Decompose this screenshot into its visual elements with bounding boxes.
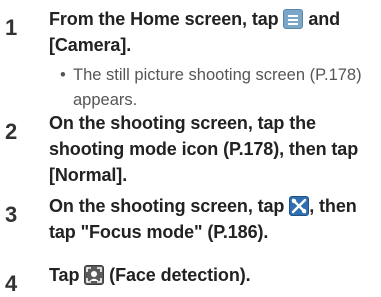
face-detection-icon (84, 265, 105, 285)
step-text-part: Tap (49, 265, 85, 285)
step-number: 4 (5, 271, 18, 296)
step-instruction: On the shooting screen, tap , then tap "… (49, 193, 379, 245)
step-instruction: From the Home screen, tap and [Camera]. (49, 6, 379, 58)
step-instruction: On the shooting screen, tap the shooting… (49, 113, 359, 185)
step-note: • The still picture shooting screen (P.1… (60, 63, 380, 113)
menu-icon (283, 9, 304, 29)
instruction-page: 1 From the Home screen, tap and [Camera]… (0, 0, 381, 296)
camera-settings-icon (289, 196, 310, 216)
step-number: 2 (5, 119, 18, 144)
step-text-part: On the shooting screen, tap (49, 196, 290, 216)
bullet: • (60, 66, 66, 84)
note-text: The still picture shooting screen (P.178… (73, 66, 362, 109)
step-number: 3 (5, 202, 18, 227)
step-instruction: Tap (Face detection). (49, 262, 379, 288)
step-number: 1 (5, 15, 18, 40)
step-text-part: From the Home screen, tap (49, 9, 284, 29)
step-text-part: (Face detection). (104, 265, 251, 285)
